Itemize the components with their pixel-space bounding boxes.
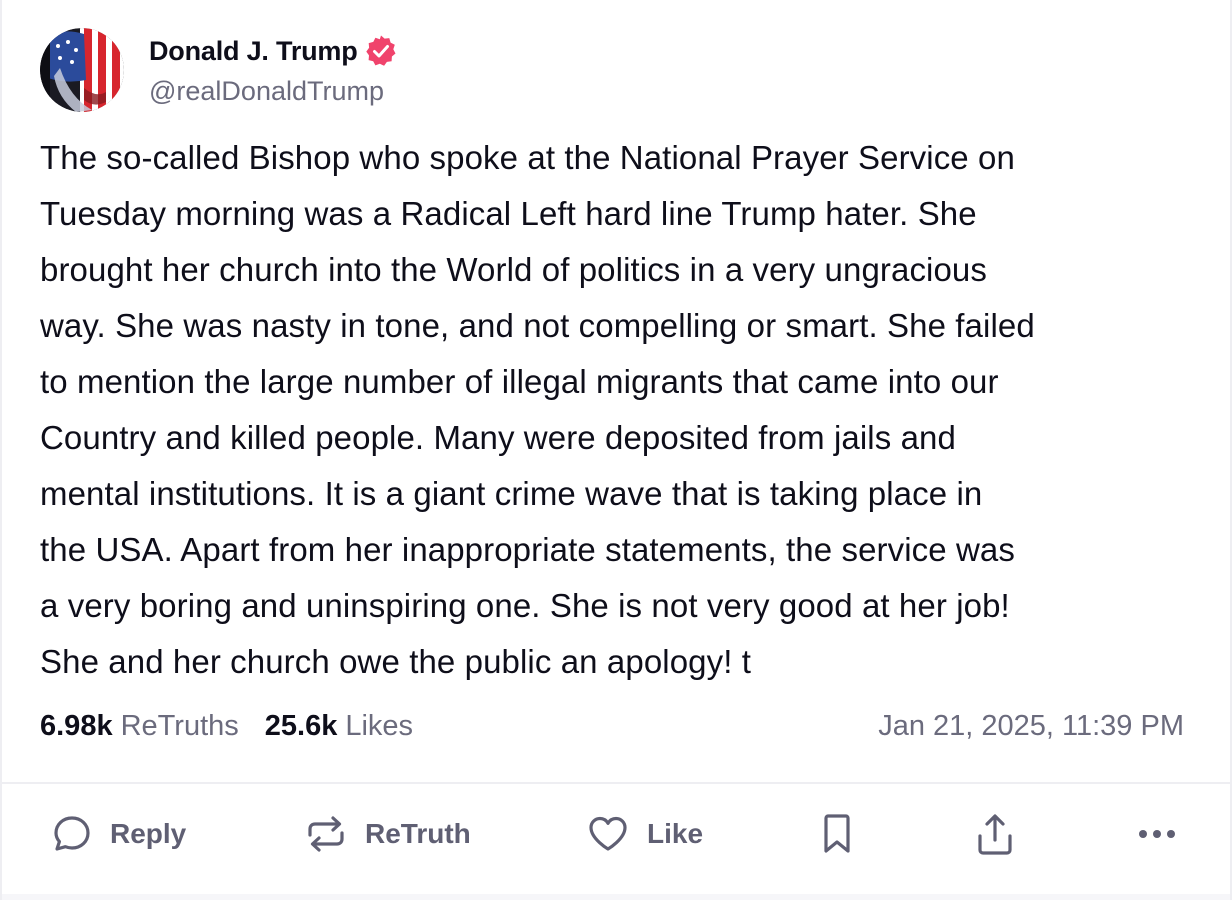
verified-badge-icon xyxy=(365,35,396,66)
reply-icon xyxy=(54,816,90,851)
share-icon xyxy=(978,814,1012,855)
post-card: Donald J. Trump @realDonaldTrump The so-… xyxy=(0,0,1232,900)
reply-button[interactable]: Reply xyxy=(52,808,186,860)
retruth-icon xyxy=(308,816,344,852)
retruth-button[interactable]: ReTruth xyxy=(305,808,471,860)
like-button[interactable]: Like xyxy=(587,808,703,860)
bookmark-icon xyxy=(824,814,850,853)
more-options-button[interactable] xyxy=(1138,808,1176,860)
share-button[interactable] xyxy=(975,808,1015,860)
post-text: The so-called Bishop who spoke at the Na… xyxy=(40,139,1035,680)
avatar-image xyxy=(40,28,124,112)
likes-count[interactable]: 25.6k xyxy=(265,710,338,743)
retruth-label: ReTruth xyxy=(365,818,471,849)
author-handle[interactable]: @realDonaldTrump xyxy=(149,76,384,107)
retruths-label[interactable]: ReTruths xyxy=(121,710,239,743)
bookmark-button[interactable] xyxy=(820,808,854,860)
card-bottom-edge xyxy=(2,894,1230,900)
likes-label[interactable]: Likes xyxy=(345,710,413,743)
like-label: Like xyxy=(647,818,704,849)
retruths-count[interactable]: 6.98k xyxy=(40,710,113,743)
post-stats: 6.98k ReTruths 25.6k Likes xyxy=(40,710,413,743)
heart-icon xyxy=(589,816,627,851)
author-name-row: Donald J. Trump xyxy=(149,33,398,69)
post-timestamp[interactable]: Jan 21, 2025, 11:39 PM xyxy=(878,710,1184,743)
more-icon xyxy=(1139,830,1175,838)
reply-label: Reply xyxy=(110,818,187,849)
divider xyxy=(2,782,1230,784)
avatar[interactable] xyxy=(40,28,124,112)
author-display-name[interactable]: Donald J. Trump xyxy=(149,36,358,67)
